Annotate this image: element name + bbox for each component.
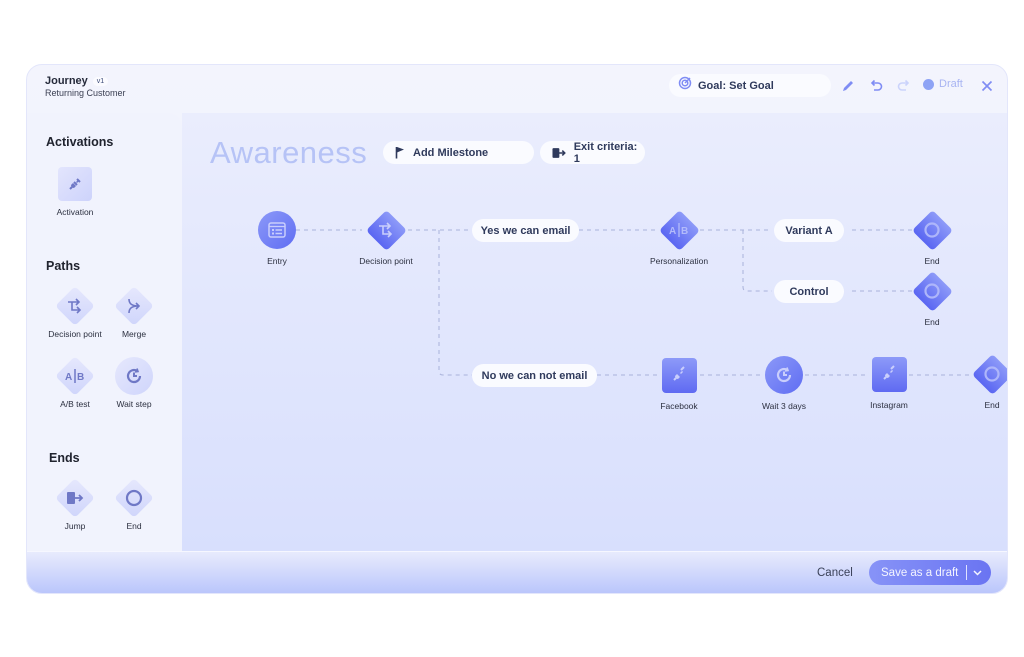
undo-icon[interactable] — [867, 77, 885, 95]
palette-item-merge[interactable]: Merge — [104, 286, 164, 339]
button-divider — [966, 565, 968, 580]
status-label: Draft — [939, 78, 963, 90]
palette-item-label: A/B test — [60, 399, 90, 409]
close-icon[interactable] — [978, 77, 996, 95]
node-label: Entry — [267, 256, 287, 266]
end-circle-icon — [125, 489, 143, 507]
node-label: Instagram — [870, 400, 908, 410]
ab-test-icon: AB — [65, 369, 84, 383]
version-badge: v1 — [92, 76, 109, 86]
connector-lines — [280, 229, 972, 376]
node-end-no-email[interactable]: End — [942, 353, 1007, 410]
exit-icon — [67, 492, 84, 504]
branch-yes-email[interactable]: Yes we can email — [472, 219, 579, 242]
palette-item-label: End — [126, 521, 142, 531]
section-title-ends: Ends — [49, 451, 80, 465]
footer: Cancel Save as a draft — [27, 551, 1007, 593]
palette-item-label: Merge — [121, 329, 147, 339]
svg-text:A: A — [65, 372, 72, 383]
palette-item-label: Decision point — [48, 329, 102, 339]
plug-icon — [883, 365, 895, 380]
svg-text:A: A — [669, 226, 676, 237]
end-circle-icon — [984, 366, 1000, 382]
node-label: Decision point — [359, 256, 413, 266]
node-label: End — [924, 317, 940, 327]
node-label: End — [924, 256, 940, 266]
branch-no-email[interactable]: No we can not email — [472, 364, 597, 387]
node-end-variant[interactable]: End — [882, 209, 982, 266]
pencil-icon[interactable] — [839, 77, 857, 95]
cancel-button[interactable]: Cancel — [817, 567, 853, 579]
node-end-control[interactable]: End — [882, 270, 982, 327]
node-entry[interactable]: Entry — [227, 210, 327, 266]
node-decision-point[interactable]: Decision point — [336, 209, 436, 266]
ab-test-icon: AB — [669, 223, 688, 237]
journey-subtitle: Returning Customer — [45, 88, 126, 98]
edge-personalization-control — [742, 230, 772, 292]
form-list-icon — [268, 222, 286, 238]
node-label: Personalization — [649, 256, 709, 266]
edge-decision-no — [438, 230, 472, 376]
journey-editor-window: Journey v1 Returning Customer Goal: Set … — [26, 64, 1008, 594]
svg-text:B: B — [681, 226, 688, 237]
journey-title-block: Journey v1 Returning Customer — [45, 75, 126, 98]
journey-canvas[interactable]: Awareness Add Milestone Exit criteria: 1 — [182, 113, 1007, 551]
section-title-activations: Activations — [46, 135, 114, 149]
redo-icon[interactable] — [894, 77, 912, 95]
journey-title: Journey — [45, 75, 88, 87]
node-palette-sidebar: Activations Activation Paths Decision po… — [27, 113, 182, 551]
goal-label: Goal: Set Goal — [698, 79, 774, 92]
node-label: Facebook — [660, 401, 698, 411]
save-draft-button[interactable]: Save as a draft — [869, 560, 991, 585]
palette-item-label: Activation — [56, 207, 94, 217]
draft-status: Draft — [923, 78, 963, 90]
node-personalization[interactable]: AB Personalization — [629, 209, 729, 266]
clock-icon — [126, 368, 142, 384]
palette-item-end[interactable]: End — [104, 478, 164, 531]
node-wait[interactable]: Wait 3 days — [734, 355, 834, 411]
palette-item-label: Wait step — [116, 399, 152, 409]
branch-control[interactable]: Control — [774, 280, 844, 303]
palette-item-activation[interactable]: Activation — [45, 167, 105, 217]
palette-item-wait-step[interactable]: Wait step — [104, 357, 164, 409]
end-circle-icon — [924, 283, 940, 299]
clock-icon — [776, 367, 792, 383]
node-facebook[interactable]: Facebook — [629, 355, 729, 411]
palette-item-ab-test[interactable]: AB A/B test — [45, 356, 105, 409]
status-dot — [923, 78, 934, 90]
branch-variant-a[interactable]: Variant A — [774, 219, 844, 242]
node-label: Wait 3 days — [761, 401, 807, 411]
save-draft-label: Save as a draft — [881, 566, 959, 579]
end-circle-icon — [924, 222, 940, 238]
split-arrows-icon — [68, 298, 82, 314]
palette-item-decision-point[interactable]: Decision point — [45, 286, 105, 339]
node-instagram[interactable]: Instagram — [839, 354, 939, 410]
svg-text:B: B — [77, 372, 84, 383]
merge-icon — [128, 298, 141, 314]
split-arrows-icon — [379, 222, 393, 238]
chevron-down-icon[interactable] — [973, 569, 982, 576]
palette-item-jump[interactable]: Jump — [45, 478, 105, 531]
plug-icon — [69, 178, 81, 190]
palette-item-label: Jump — [64, 521, 86, 531]
section-title-paths: Paths — [46, 259, 81, 273]
header: Journey v1 Returning Customer Goal: Set … — [27, 65, 1007, 115]
plug-icon — [673, 366, 685, 381]
goal-button[interactable]: Goal: Set Goal — [669, 74, 831, 97]
goal-target-icon — [678, 76, 692, 95]
node-label: End — [984, 400, 1000, 410]
